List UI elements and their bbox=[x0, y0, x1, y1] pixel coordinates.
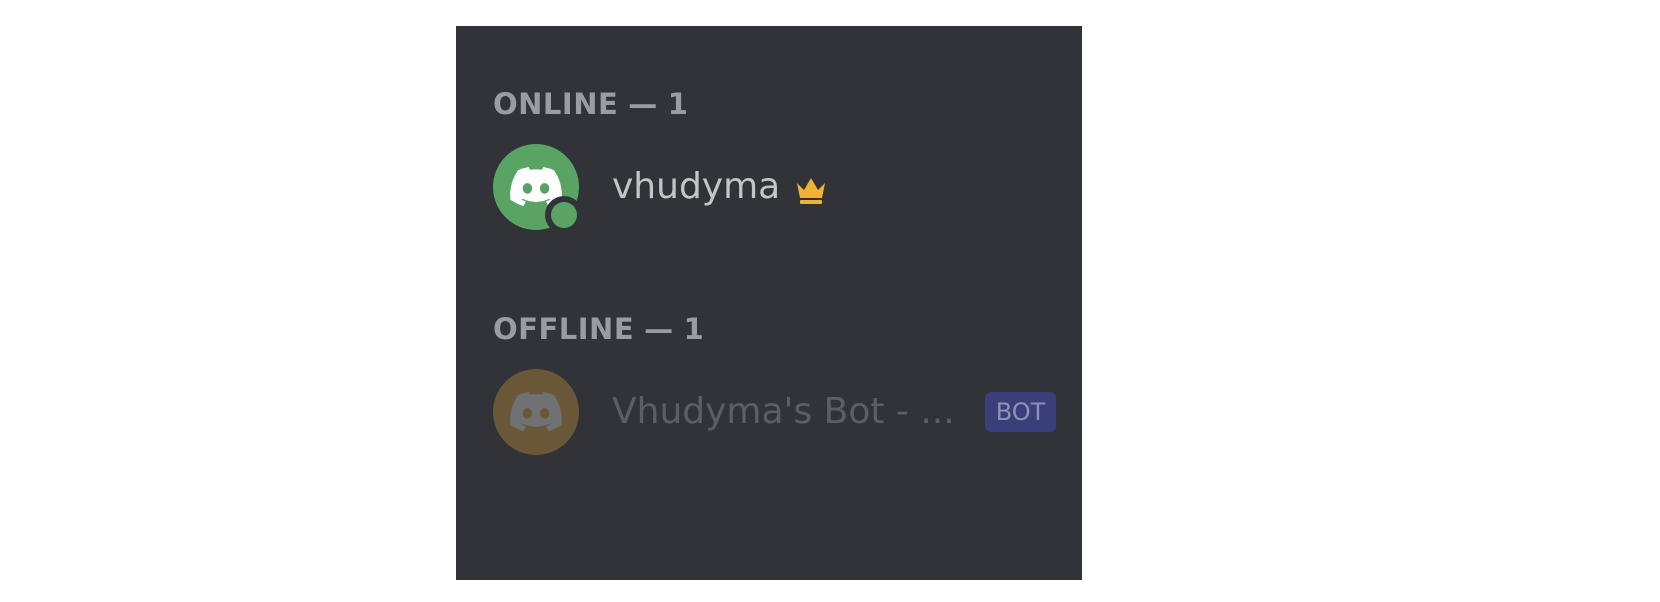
avatar-circle bbox=[493, 369, 579, 455]
bot-tag-badge: BOT bbox=[984, 392, 1057, 432]
offline-header-separator: — bbox=[644, 312, 674, 346]
member-name: vhudyma bbox=[612, 166, 781, 207]
discord-logo-icon bbox=[510, 392, 562, 431]
member-row-bot[interactable]: Vhudyma's Bot - ... BOT bbox=[493, 369, 1057, 455]
member-name: Vhudyma's Bot - ... bbox=[612, 391, 955, 432]
avatar[interactable] bbox=[493, 369, 579, 455]
online-header-count: 1 bbox=[667, 87, 689, 121]
member-list-panel: ONLINE — 1 vhudyma OFFLINE — 1 Vhudyma's B… bbox=[456, 26, 1082, 580]
crown-icon bbox=[797, 178, 826, 204]
offline-header-count: 1 bbox=[683, 312, 705, 346]
member-row-vhudyma[interactable]: vhudyma bbox=[493, 144, 1053, 234]
offline-section-header: OFFLINE — 1 bbox=[493, 315, 704, 344]
online-header-separator: — bbox=[628, 87, 658, 121]
online-header-label: ONLINE bbox=[493, 87, 619, 121]
online-section-header: ONLINE — 1 bbox=[493, 90, 688, 119]
online-status-dot bbox=[551, 202, 577, 228]
offline-header-label: OFFLINE bbox=[493, 312, 635, 346]
online-status-indicator bbox=[545, 196, 583, 234]
avatar[interactable] bbox=[493, 144, 583, 234]
